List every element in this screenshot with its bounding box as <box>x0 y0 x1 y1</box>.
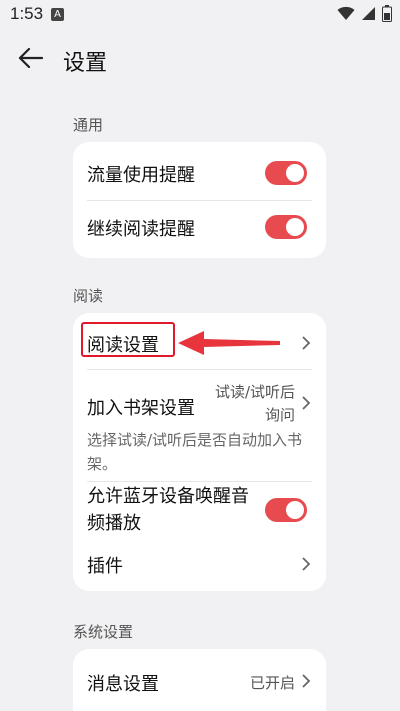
section-label-general: 通用 <box>73 116 104 134</box>
section-label-system: 系统设置 <box>73 623 134 641</box>
bluetooth-wake-label: 允许蓝牙设备唤醒音 频播放 <box>87 483 249 537</box>
section-label-reading: 阅读 <box>73 287 104 305</box>
message-settings-row[interactable]: 消息设置 已开启 <box>73 649 326 711</box>
continue-reading-reminder-toggle[interactable] <box>265 215 307 239</box>
chevron-right-icon <box>302 557 311 571</box>
wifi-icon <box>337 6 355 20</box>
bluetooth-wake-toggle[interactable] <box>265 498 307 522</box>
general-card: 流量使用提醒 继续阅读提醒 <box>73 142 326 258</box>
app-header: 设置 <box>0 36 400 80</box>
notification-icon: A <box>51 7 65 21</box>
toggle-knob <box>286 218 304 236</box>
bookshelf-description: 选择试读/试听后是否自动加入书架。 <box>87 431 303 473</box>
toggle-knob <box>286 501 304 519</box>
bluetooth-wake-label-line1: 允许蓝牙设备唤醒音 <box>87 486 249 507</box>
continue-reading-reminder-row[interactable]: 继续阅读提醒 <box>73 200 326 258</box>
message-settings-label: 消息设置 <box>87 674 159 695</box>
bluetooth-wake-label-line2: 频播放 <box>87 513 141 534</box>
signal-icon <box>362 7 375 20</box>
message-settings-value: 已开启 <box>249 674 295 692</box>
page-title: 设置 <box>63 51 108 76</box>
chevron-right-icon <box>302 674 311 688</box>
bookshelf-value-line2: 询问 <box>264 406 295 424</box>
continue-reading-reminder-label: 继续阅读提醒 <box>87 219 195 240</box>
chevron-right-icon <box>302 336 311 350</box>
plugins-label: 插件 <box>87 556 123 577</box>
chevron-right-icon <box>302 396 311 410</box>
bookshelf-value-line1: 试读/试听后 <box>214 383 295 401</box>
back-button[interactable] <box>14 44 48 72</box>
bluetooth-wake-row[interactable]: 允许蓝牙设备唤醒音 频播放 <box>73 481 326 539</box>
battery-icon <box>382 5 392 22</box>
plugins-row[interactable]: 插件 <box>73 539 326 591</box>
add-to-bookshelf-label: 加入书架设置 <box>87 398 195 419</box>
data-usage-reminder-toggle[interactable] <box>265 161 307 185</box>
data-usage-reminder-row[interactable]: 流量使用提醒 <box>73 142 326 200</box>
arrow-left-icon <box>18 48 44 68</box>
status-icons <box>337 5 392 22</box>
system-card: 消息设置 已开启 <box>73 649 326 711</box>
add-to-bookshelf-row[interactable]: 加入书架设置 试读/试听后 询问 选择试读/试听后是否自动加入书架。 <box>73 369 326 481</box>
annotation-highlight-box <box>81 322 175 357</box>
data-usage-reminder-label: 流量使用提醒 <box>87 165 195 186</box>
status-bar: 1:53 A <box>0 0 400 28</box>
toggle-knob <box>286 164 304 182</box>
status-time: 1:53 <box>10 4 44 23</box>
annotation-arrow <box>178 331 280 355</box>
